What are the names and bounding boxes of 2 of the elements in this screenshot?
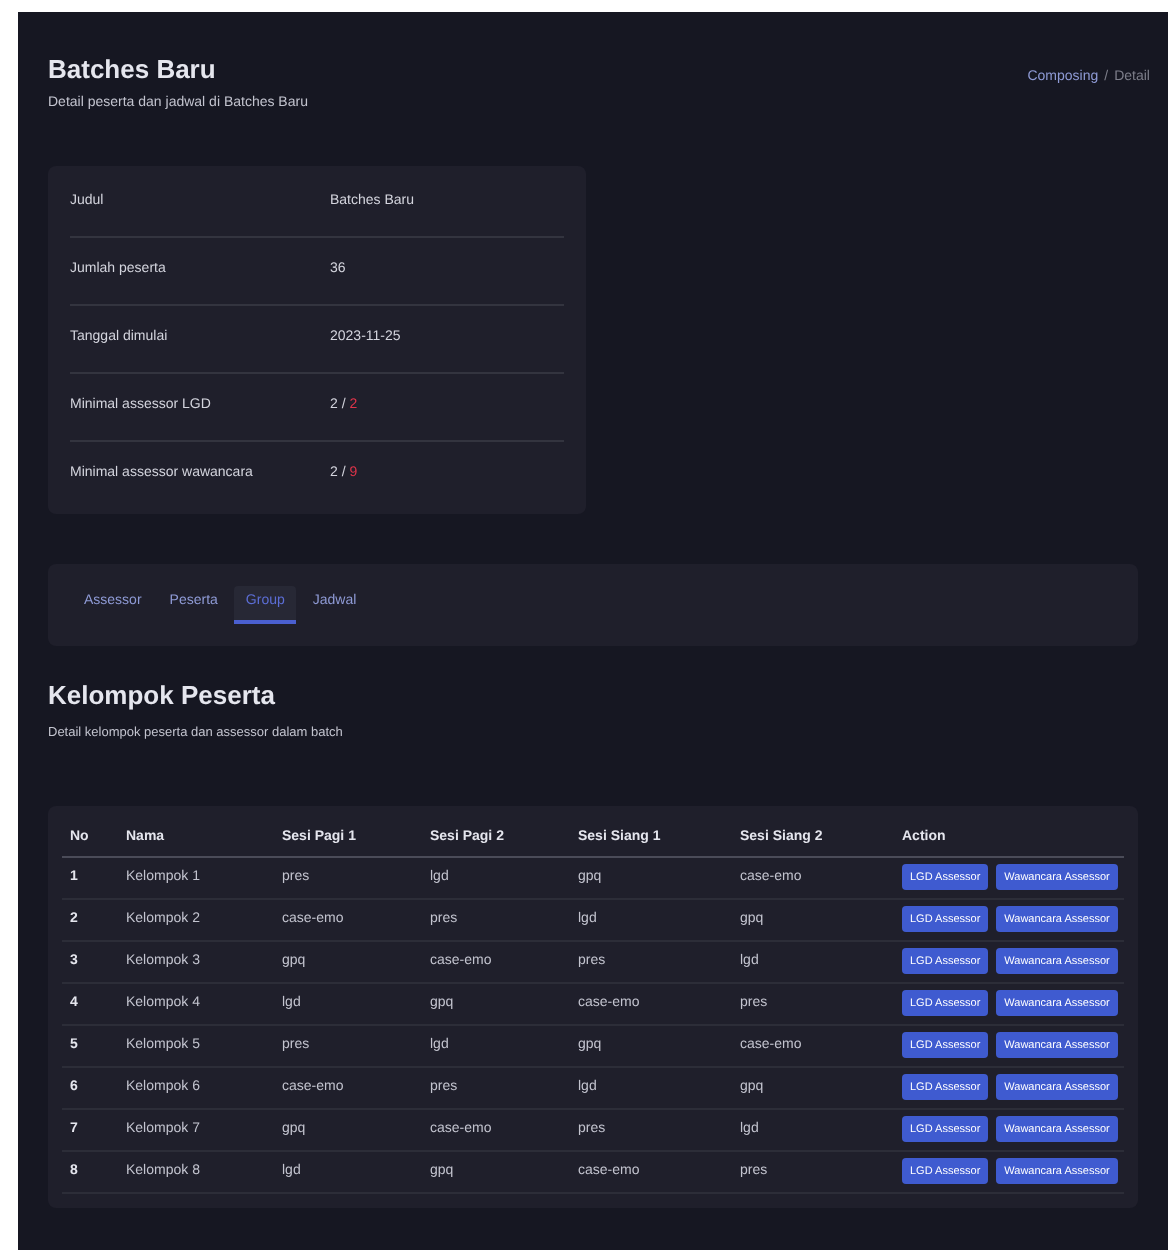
section-title: Kelompok Peserta (48, 679, 277, 711)
page-title: Batches Baru (48, 54, 218, 86)
